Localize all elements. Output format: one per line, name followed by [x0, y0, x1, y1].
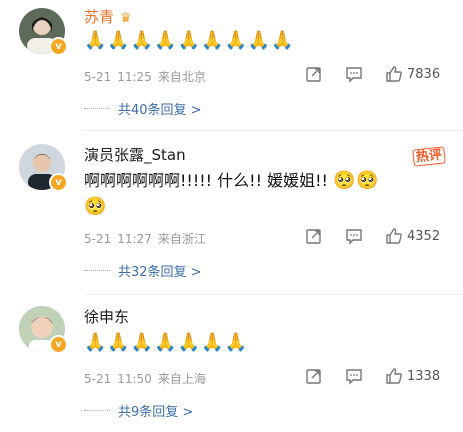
comment-date: 5-21	[84, 70, 112, 84]
comment-time: 11:25	[117, 70, 152, 84]
like-button[interactable]: 1338	[385, 367, 440, 385]
username[interactable]: 苏青 ♛	[84, 6, 132, 27]
comment-icon	[346, 369, 362, 385]
comment-date: 5-21	[84, 232, 112, 246]
crown-icon: ♛	[120, 11, 132, 26]
avatar[interactable]: v	[19, 144, 68, 192]
action-bar: 7836	[305, 65, 455, 85]
comment-meta: 5-21 11:50 来自上海	[84, 370, 212, 387]
comment-meta: 5-21 11:25 来自北京	[84, 68, 212, 85]
comment-location: 来自浙江	[157, 232, 206, 246]
emoji-row: 🥺	[84, 196, 108, 217]
divider	[84, 294, 463, 295]
like-button[interactable]: 4352	[385, 227, 440, 245]
comment-item: v 演员张露_Stan 热评 啊啊啊啊啊啊!!!!! 什么!! 媛媛姐!! 🥺🥺…	[0, 138, 463, 288]
like-button[interactable]: 7836	[385, 65, 440, 83]
comment-button[interactable]	[345, 367, 363, 385]
comment-location: 来自上海	[157, 372, 206, 386]
reply-dash	[84, 108, 110, 109]
comment-meta: 5-21 11:27 来自浙江	[84, 230, 212, 247]
like-count: 4352	[407, 228, 441, 244]
thumbs-up-icon	[386, 368, 402, 384]
emoji-row: 🙏🙏🙏🙏🙏🙏🙏	[84, 332, 248, 353]
share-button[interactable]	[305, 367, 323, 385]
thumbs-up-icon	[386, 66, 402, 82]
like-count: 1338	[407, 368, 441, 384]
replies-label[interactable]: 共32条回复 >	[118, 261, 202, 280]
action-bar: 1338	[305, 367, 455, 387]
comment-time: 11:50	[117, 372, 152, 386]
hot-comment-badge: 热评	[412, 146, 446, 167]
reply-dash	[84, 270, 110, 271]
like-count: 7836	[407, 66, 441, 82]
share-icon	[306, 229, 321, 244]
username-text[interactable]: 徐申东	[84, 308, 129, 326]
verified-badge-icon: v	[49, 335, 68, 354]
replies-label[interactable]: 共40条回复 >	[118, 99, 202, 118]
verified-badge-icon: v	[49, 173, 68, 192]
username[interactable]: 徐申东	[84, 306, 129, 327]
view-replies-link[interactable]: 共9条回复 >	[84, 401, 193, 420]
comment-date: 5-21	[84, 372, 112, 386]
username[interactable]: 演员张露_Stan	[84, 144, 186, 165]
view-replies-link[interactable]: 共40条回复 >	[84, 99, 202, 118]
comment-item: v 苏青 ♛ 🙏🙏🙏🙏🙏🙏🙏🙏🙏 5-21 11:25 来自北京 7836 共40条回…	[0, 0, 463, 120]
username-text[interactable]: 演员张露_Stan	[84, 146, 186, 164]
comment-text: 啊啊啊啊啊啊!!!!! 什么!! 媛媛姐!! 🥺🥺 🥺	[84, 168, 454, 220]
thumbs-up-icon	[386, 228, 402, 244]
divider	[84, 130, 463, 131]
emoji-row: 🥺🥺	[333, 170, 380, 191]
comment-button[interactable]	[345, 65, 363, 83]
reply-dash	[84, 410, 110, 411]
comment-icon	[346, 229, 362, 245]
action-bar: 4352	[305, 227, 455, 247]
comment-text: 🙏🙏🙏🙏🙏🙏🙏🙏🙏	[84, 28, 295, 54]
comment-icon	[346, 67, 362, 83]
replies-label[interactable]: 共9条回复 >	[118, 401, 193, 420]
share-button[interactable]	[305, 65, 323, 83]
verified-badge-icon: v	[49, 37, 68, 56]
comment-time: 11:27	[117, 232, 152, 246]
comment-button[interactable]	[345, 227, 363, 245]
comment-text: 🙏🙏🙏🙏🙏🙏🙏	[84, 330, 248, 356]
avatar[interactable]: v	[19, 306, 68, 354]
comment-location: 来自北京	[157, 70, 206, 84]
view-replies-link[interactable]: 共32条回复 >	[84, 261, 202, 280]
share-icon	[306, 67, 321, 82]
username-text[interactable]: 苏青	[84, 8, 114, 26]
comment-item: v 徐申东 🙏🙏🙏🙏🙏🙏🙏 5-21 11:50 来自上海 1338 共9条回复 >	[0, 300, 463, 432]
avatar[interactable]: v	[19, 8, 68, 56]
share-button[interactable]	[305, 227, 323, 245]
share-icon	[306, 369, 321, 384]
emoji-row: 🙏🙏🙏🙏🙏🙏🙏🙏🙏	[84, 30, 295, 51]
comment-body: 啊啊啊啊啊啊!!!!! 什么!! 媛媛姐!!	[84, 171, 328, 190]
